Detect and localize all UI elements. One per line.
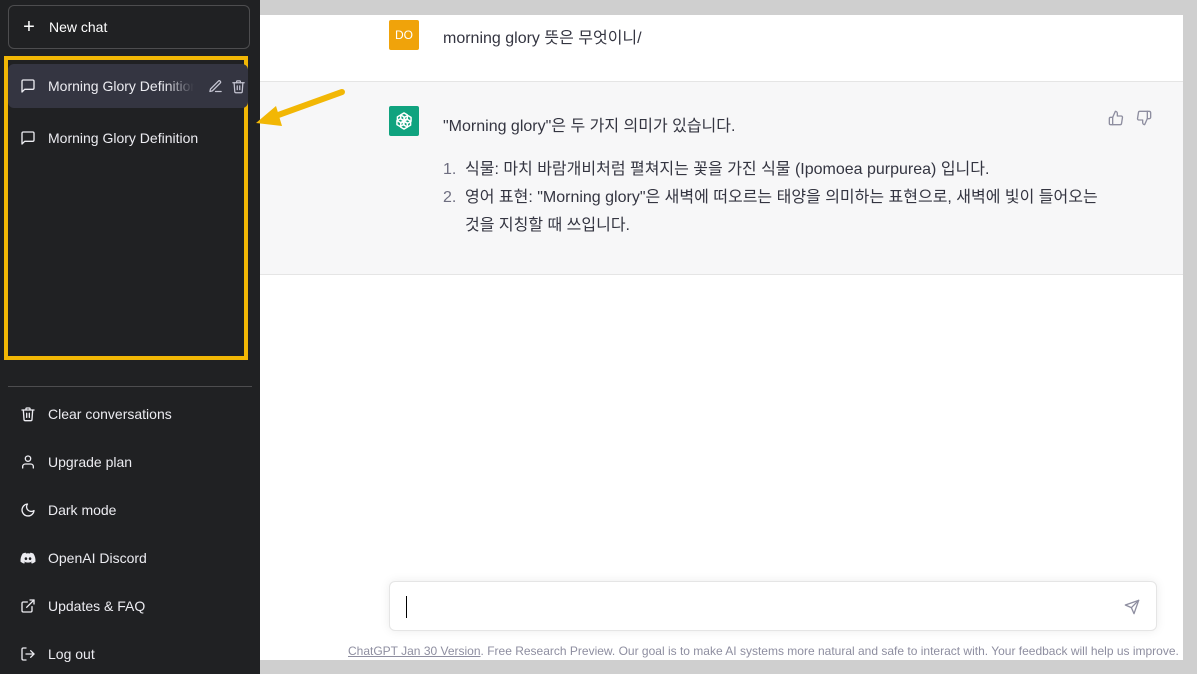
thumbs-down-icon[interactable]	[1136, 110, 1152, 126]
plus-icon: +	[23, 16, 35, 38]
message-composer[interactable]	[389, 581, 1157, 631]
message-input[interactable]	[404, 594, 1108, 620]
openai-discord-link[interactable]: OpenAI Discord	[8, 538, 252, 578]
chat-main: DO morning glory 뜻은 무엇이니/ "Morning glory…	[260, 0, 1183, 660]
assistant-answer-list: 1. 식물: 마치 바람개비처럼 펼쳐지는 꽃을 가진 식물 (Ipomoea …	[443, 156, 1103, 240]
new-chat-button[interactable]: + New chat	[8, 5, 250, 49]
upgrade-plan-label: Upgrade plan	[48, 454, 133, 470]
moon-icon	[20, 502, 36, 518]
list-number: 1.	[443, 161, 457, 178]
text-caret	[406, 596, 407, 618]
list-text: 식물: 마치 바람개비처럼 펼쳐지는 꽃을 가진 식물 (Ipomoea pur…	[465, 161, 990, 178]
user-message-text: morning glory 뜻은 무엇이니/	[443, 30, 642, 47]
conversation-title: Morning Glory Definition	[48, 78, 194, 94]
log-out-label: Log out	[48, 646, 95, 662]
conversation-item-active[interactable]: Morning Glory Definition	[8, 64, 248, 108]
edit-pencil-icon[interactable]	[208, 79, 223, 94]
footer-text: . Free Research Preview. Our goal is to …	[480, 644, 1179, 658]
feedback-buttons	[1108, 110, 1152, 126]
version-link[interactable]: ChatGPT Jan 30 Version	[348, 644, 481, 658]
assistant-intro-text: "Morning glory"은 두 가지 의미가 있습니다.	[443, 118, 736, 135]
user-avatar: DO	[389, 20, 419, 50]
thumbs-up-icon[interactable]	[1108, 110, 1124, 126]
assistant-message-row: "Morning glory"은 두 가지 의미가 있습니다. 1. 식물: 마…	[260, 82, 1183, 275]
dark-mode-label: Dark mode	[48, 502, 117, 518]
upgrade-plan-button[interactable]: Upgrade plan	[8, 442, 252, 482]
sidebar-divider	[8, 386, 252, 387]
openai-logo-icon	[389, 106, 419, 136]
chat-bubble-icon	[20, 78, 36, 94]
user-message-row: DO morning glory 뜻은 무엇이니/	[260, 15, 1183, 82]
sidebar: + New chat Morning Glory Definition Morn…	[0, 0, 260, 674]
external-link-icon	[20, 598, 36, 614]
conversation-item[interactable]: Morning Glory Definition	[8, 116, 248, 160]
user-icon	[20, 454, 36, 470]
send-icon[interactable]	[1124, 599, 1140, 615]
list-item: 1. 식물: 마치 바람개비처럼 펼쳐지는 꽃을 가진 식물 (Ipomoea …	[443, 156, 1103, 184]
updates-faq-link[interactable]: Updates & FAQ	[8, 586, 252, 626]
openai-discord-label: OpenAI Discord	[48, 550, 147, 566]
delete-trash-icon[interactable]	[231, 79, 246, 94]
log-out-button[interactable]: Log out	[8, 634, 252, 674]
new-chat-label: New chat	[49, 19, 108, 35]
footer-disclaimer: ChatGPT Jan 30 Version. Free Research Pr…	[348, 644, 1197, 658]
list-item: 2. 영어 표현: "Morning glory"은 새벽에 떠오르는 태양을 …	[443, 184, 1103, 240]
clear-conversations-button[interactable]: Clear conversations	[8, 394, 252, 434]
trash-icon	[20, 406, 36, 422]
logout-icon	[20, 646, 36, 662]
list-text: 영어 표현: "Morning glory"은 새벽에 떠오르는 태양을 의미하…	[465, 189, 1098, 234]
top-margin	[260, 0, 1183, 15]
clear-conversations-label: Clear conversations	[48, 406, 172, 422]
chat-bubble-icon	[20, 130, 36, 146]
updates-faq-label: Updates & FAQ	[48, 598, 146, 614]
conversation-title: Morning Glory Definition	[48, 130, 199, 146]
discord-icon	[20, 550, 36, 566]
dark-mode-button[interactable]: Dark mode	[8, 490, 252, 530]
list-number: 2.	[443, 189, 457, 206]
annotation-arrow-icon	[256, 89, 345, 126]
